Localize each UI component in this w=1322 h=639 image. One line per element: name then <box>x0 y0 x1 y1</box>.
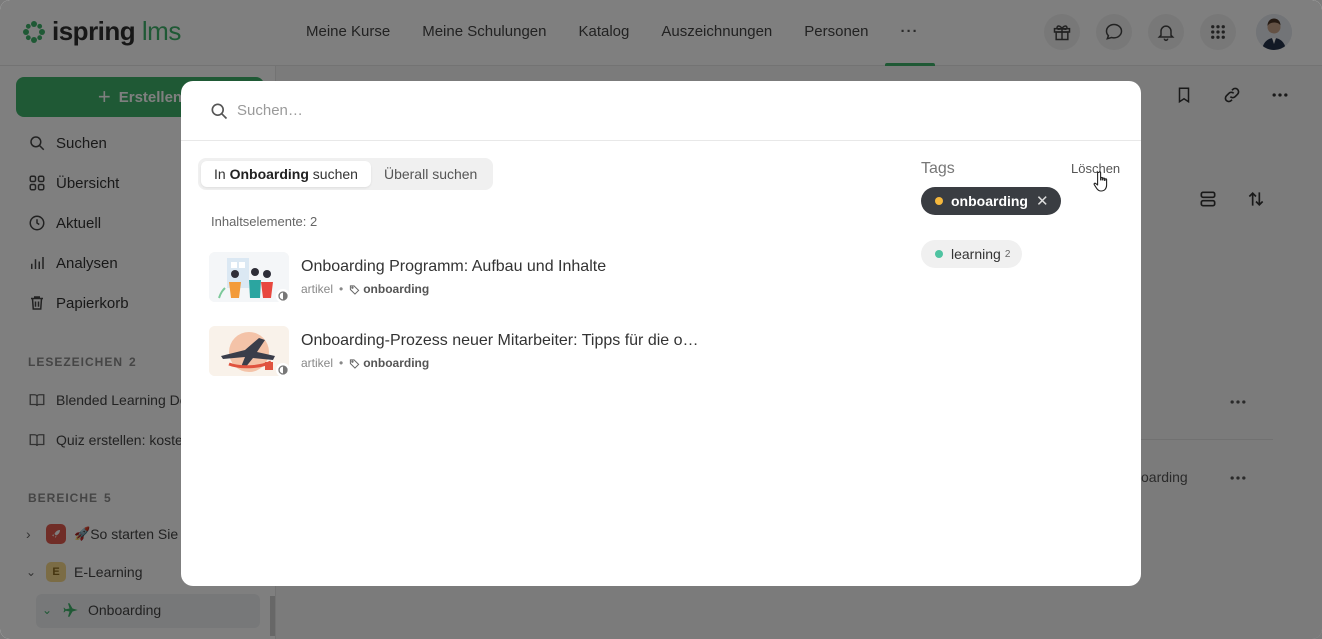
result-meta: artikel • onboarding <box>301 282 606 296</box>
tag-label: learning <box>951 246 1001 262</box>
result-type: artikel <box>301 356 334 370</box>
app-window: ispring lms Meine Kurse Meine Schulungen… <box>0 0 1322 639</box>
tag-icon <box>350 284 360 295</box>
search-icon <box>211 103 228 119</box>
search-modal: In Onboarding suchen Überall suchen Inha… <box>181 81 1141 586</box>
half-circle-icon <box>276 289 289 302</box>
tag-color-dot <box>935 250 943 258</box>
result-tag: onboarding <box>349 282 429 296</box>
result-tag: onboarding <box>349 356 429 370</box>
result-type: artikel <box>301 282 334 296</box>
tags-heading: Tags <box>921 160 955 177</box>
tag-count: 2 <box>1004 248 1011 260</box>
result-text: Onboarding-Prozess neuer Mitarbeiter: Ti… <box>301 332 699 370</box>
tag-color-dot <box>935 197 943 205</box>
search-result[interactable]: Onboarding Programm: Aufbau und Inhalte … <box>209 252 606 302</box>
tag-chip[interactable]: learning 2 <box>921 240 1023 268</box>
remove-tag-icon[interactable]: ✕ <box>1036 192 1049 210</box>
search-result[interactable]: Onboarding-Prozess neuer Mitarbeiter: Ti… <box>209 326 699 376</box>
meta-separator: • <box>339 282 344 296</box>
half-circle-icon <box>276 363 289 376</box>
tag-label: onboarding <box>951 193 1028 209</box>
search-scope-toggle: In Onboarding suchen Überall suchen <box>198 158 494 190</box>
hand-cursor-icon <box>1093 171 1108 192</box>
scope-current-button[interactable]: In Onboarding suchen <box>201 161 371 187</box>
search-input[interactable] <box>237 102 837 119</box>
meta-separator: • <box>339 356 344 370</box>
scope-everywhere-button[interactable]: Überall suchen <box>371 161 490 187</box>
result-thumbnail <box>209 326 289 376</box>
result-title[interactable]: Onboarding Programm: Aufbau und Inhalte <box>301 258 606 276</box>
result-text: Onboarding Programm: Aufbau und Inhalte … <box>301 258 606 296</box>
result-count: Inhaltselemente: 2 <box>211 214 318 229</box>
result-title[interactable]: Onboarding-Prozess neuer Mitarbeiter: Ti… <box>301 332 699 350</box>
result-meta: artikel • onboarding <box>301 356 699 370</box>
result-thumbnail <box>209 252 289 302</box>
tag-icon <box>350 358 360 369</box>
tag-chip-selected[interactable]: onboarding ✕ <box>921 187 1061 215</box>
search-bar <box>181 81 1141 141</box>
